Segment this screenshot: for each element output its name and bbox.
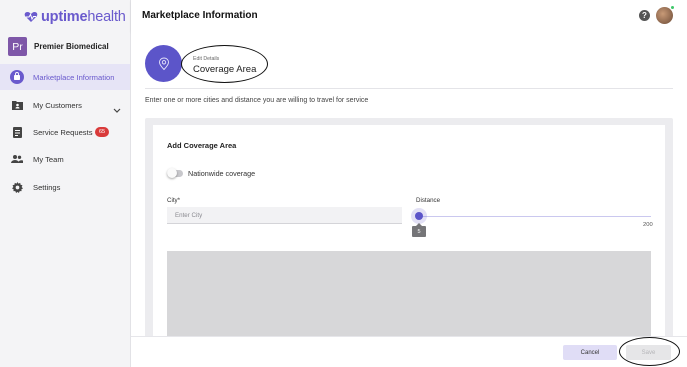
shopping-bag-icon	[10, 70, 24, 84]
sidebar-item-settings[interactable]: Settings	[0, 174, 130, 200]
sidebar-item-label: Service Requests	[33, 127, 93, 137]
help-icon[interactable]: ?	[639, 10, 650, 21]
uptime-heart-icon	[24, 12, 38, 22]
section-instructions: Enter one or more cities and distance yo…	[145, 97, 369, 104]
annotation-ellipse	[619, 337, 680, 366]
cancel-button[interactable]: Cancel	[563, 345, 617, 360]
distance-slider-track[interactable]	[419, 216, 651, 217]
chevron-down-icon[interactable]	[113, 101, 121, 119]
top-header: Marketplace Information ?	[131, 0, 687, 32]
logo[interactable]: uptimehealth	[24, 9, 126, 25]
sidebar-item-marketplace-information[interactable]: Marketplace Information	[0, 64, 130, 90]
sidebar-item-my-team[interactable]: My Team	[0, 146, 130, 172]
distance-max-label: 200	[643, 222, 653, 228]
people-icon	[10, 152, 24, 166]
distance-slider-thumb[interactable]	[415, 212, 423, 220]
nationwide-toggle-knob[interactable]	[167, 168, 177, 178]
add-coverage-card: Add Coverage Area Nationwide coverage Ci…	[153, 125, 665, 367]
sidebar-item-service-requests[interactable]: Service Requests 65	[0, 119, 130, 145]
sidebar-item-my-customers[interactable]: My Customers	[0, 92, 130, 118]
logo-text-light: health	[87, 9, 126, 25]
main-content: Edit Details Coverage Area Enter one or …	[131, 32, 687, 367]
section-icon-circle	[145, 45, 182, 82]
location-pin-icon	[158, 57, 169, 70]
org-avatar: Pr	[8, 37, 27, 56]
card-title: Add Coverage Area	[167, 141, 237, 150]
sidebar: uptimehealth Pr Premier Biomedical Marke…	[0, 0, 131, 367]
sidebar-item-label: Marketplace Information	[33, 72, 115, 82]
action-footer: Cancel Save	[131, 336, 687, 367]
nationwide-toggle-label: Nationwide coverage	[188, 169, 256, 178]
online-status-indicator	[670, 5, 675, 10]
org-name: Premier Biomedical	[34, 42, 109, 51]
city-input[interactable]	[167, 207, 402, 224]
customers-icon	[10, 98, 24, 112]
organization-switcher[interactable]: Pr Premier Biomedical	[8, 37, 109, 56]
city-label: City*	[167, 197, 181, 204]
annotation-ellipse	[181, 45, 268, 83]
distance-label: Distance	[416, 197, 441, 204]
gear-icon	[10, 180, 24, 194]
service-requests-count-badge: 65	[95, 127, 110, 137]
section-divider	[145, 88, 673, 89]
sidebar-item-label: My Customers	[33, 100, 82, 110]
distance-value-tooltip: 5	[412, 223, 426, 237]
page-title: Marketplace Information	[142, 10, 258, 21]
logo-text-bold: uptime	[41, 9, 88, 25]
sidebar-item-label: Settings	[33, 182, 61, 192]
clipboard-icon	[10, 125, 24, 139]
sidebar-item-label: My Team	[33, 154, 64, 164]
